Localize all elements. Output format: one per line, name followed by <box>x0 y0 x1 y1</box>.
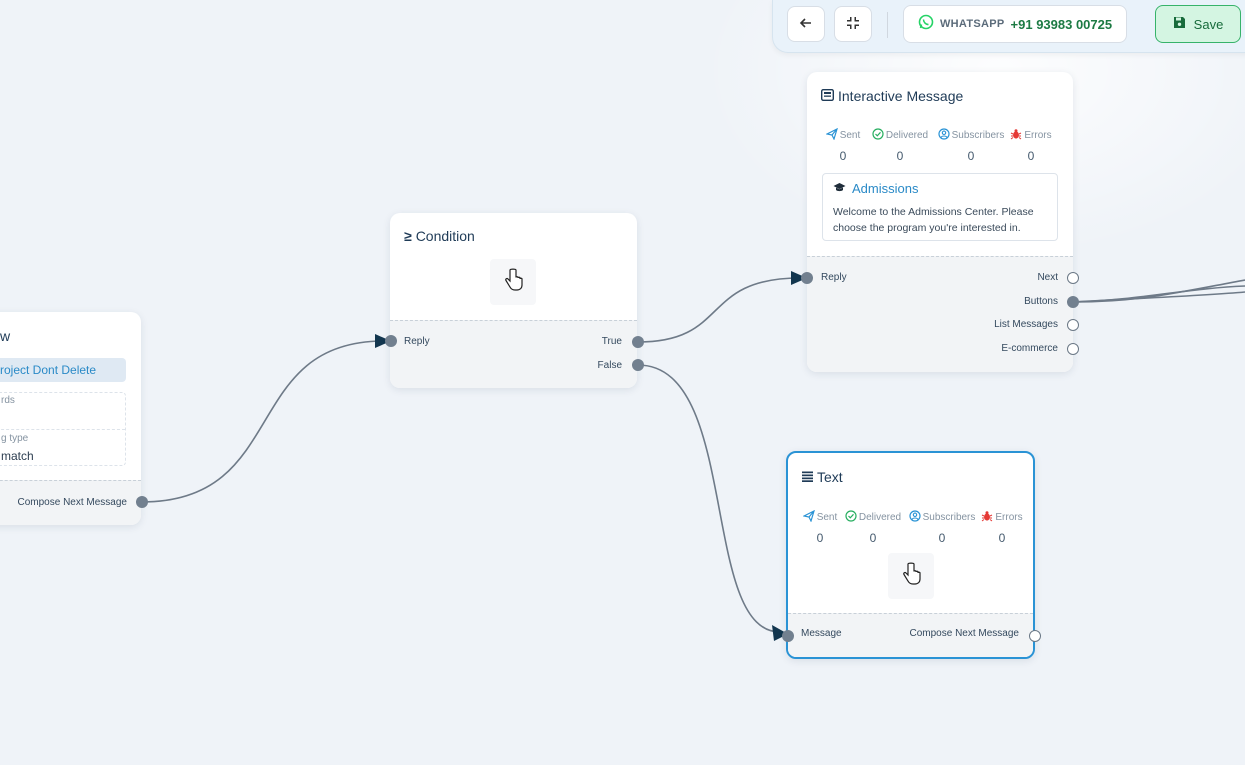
keyword-details-box: rds g type match <box>0 392 126 466</box>
paper-plane-icon <box>824 127 838 143</box>
user-circle-icon <box>908 510 921 525</box>
stat-sent: Sent 0 <box>824 127 861 163</box>
channel-label: WHATSAPP <box>940 18 1005 30</box>
condition-input-label: Reply <box>404 336 430 347</box>
condition-false-port[interactable] <box>632 359 644 371</box>
stat-errors: Errors 0 <box>1009 128 1053 163</box>
floppy-disk-icon <box>1173 16 1186 32</box>
align-justify-icon <box>802 469 813 485</box>
text-input-port[interactable] <box>782 630 794 642</box>
collapse-button[interactable] <box>834 6 872 42</box>
interactive-stats: Sent 0 Delivered 0 Subscribers 0 Errors … <box>824 127 1053 163</box>
output-label: Compose Next Message <box>17 497 128 508</box>
condition-title: ≥ Condition <box>404 228 475 244</box>
arrow-left-icon <box>799 16 813 33</box>
edge-keyword-to-condition <box>141 340 385 503</box>
interactive-title: Interactive Message <box>820 88 964 104</box>
output-next-label: Next <box>1037 272 1058 283</box>
stat-delivered: Delivered 0 <box>869 128 931 163</box>
bug-icon <box>1010 128 1022 143</box>
stat-sent: Sent 0 <box>801 509 838 545</box>
edge-buttons-out-1 <box>1073 279 1245 303</box>
interactive-message-node[interactable]: Interactive Message Sent 0 Delivered 0 S… <box>807 72 1073 372</box>
interactive-input-port[interactable] <box>801 272 813 284</box>
project-name-pill[interactable]: roject Dont Delete <box>0 358 126 382</box>
text-title-text: Text <box>817 469 843 485</box>
edge-buttons-out-3 <box>1073 291 1245 303</box>
matching-type-value: match <box>1 449 34 463</box>
true-label: True <box>601 336 622 347</box>
stat-errors: Errors 0 <box>980 510 1024 545</box>
text-footer: Message Compose Next Message <box>788 613 1033 657</box>
text-input-label: Message <box>801 628 842 639</box>
click-to-edit-area[interactable] <box>490 259 536 305</box>
output-ecommerce-label: E-commerce <box>1001 343 1058 354</box>
toolbar-divider <box>887 12 888 38</box>
edge-false-to-text <box>637 364 781 633</box>
message-title: Admissions <box>833 181 918 196</box>
check-circle-icon <box>872 128 884 143</box>
node-title: w <box>0 328 11 344</box>
back-button[interactable] <box>787 6 825 42</box>
top-toolbar: WHATSAPP +91 93983 00725 Save <box>772 0 1245 53</box>
condition-title-text: Condition <box>415 228 475 244</box>
interactive-buttons-port[interactable] <box>1067 296 1079 308</box>
stat-delivered: Delivered 0 <box>842 510 904 545</box>
greater-equal-icon: ≥ <box>404 228 412 244</box>
stat-subscribers: Subscribers 0 <box>937 128 1005 163</box>
compress-icon <box>846 16 860 33</box>
interactive-list-messages-port[interactable] <box>1067 319 1079 331</box>
graduation-cap-icon <box>833 181 846 196</box>
interactive-footer: Reply Next Buttons List Messages E-comme… <box>807 256 1073 372</box>
text-output-label: Compose Next Message <box>909 628 1020 639</box>
keywords-label: rds <box>1 395 15 406</box>
interactive-input-label: Reply <box>821 272 847 283</box>
bug-icon <box>981 510 993 525</box>
text-title: Text <box>802 469 843 485</box>
newspaper-icon <box>820 88 835 104</box>
node-footer: Compose Next Message <box>0 480 141 525</box>
text-message-node[interactable]: Text Sent 0 Delivered 0 Subscribers 0 Er… <box>786 451 1035 659</box>
paper-plane-icon <box>801 509 815 525</box>
edge-true-to-interactive <box>637 277 801 343</box>
save-button[interactable]: Save <box>1155 5 1241 43</box>
false-label: False <box>597 360 622 371</box>
interactive-next-port[interactable] <box>1067 272 1079 284</box>
save-label: Save <box>1193 16 1224 32</box>
edge-buttons-out-2 <box>1073 285 1245 303</box>
interactive-ecommerce-port[interactable] <box>1067 343 1079 355</box>
interactive-title-text: Interactive Message <box>838 88 964 104</box>
condition-input-port[interactable] <box>385 335 397 347</box>
whatsapp-number-badge[interactable]: WHATSAPP +91 93983 00725 <box>903 5 1127 43</box>
keyword-output-port[interactable] <box>136 496 148 508</box>
message-preview-card[interactable]: Admissions Welcome to the Admissions Cen… <box>822 173 1058 241</box>
output-buttons-label: Buttons <box>1024 296 1058 307</box>
message-title-text: Admissions <box>852 181 919 196</box>
user-circle-icon <box>937 128 950 143</box>
stat-subscribers: Subscribers 0 <box>908 510 976 545</box>
text-output-port[interactable] <box>1029 630 1041 642</box>
click-to-edit-area[interactable] <box>888 553 934 599</box>
keyword-trigger-node[interactable]: w roject Dont Delete rds g type match Co… <box>0 312 141 525</box>
output-list-messages-label: List Messages <box>994 319 1058 330</box>
condition-footer: Reply True False <box>390 320 637 388</box>
whatsapp-icon <box>918 14 934 35</box>
condition-true-port[interactable] <box>632 336 644 348</box>
hand-pointer-icon <box>900 562 922 591</box>
text-stats: Sent 0 Delivered 0 Subscribers 0 Errors … <box>801 509 1024 545</box>
hand-pointer-icon <box>502 268 524 297</box>
check-circle-icon <box>845 510 857 525</box>
matching-type-label: g type <box>1 433 29 444</box>
message-body: Welcome to the Admissions Center. Please… <box>833 206 1034 234</box>
condition-node[interactable]: ≥ Condition Reply True False <box>390 213 637 388</box>
phone-number: +91 93983 00725 <box>1010 16 1113 32</box>
